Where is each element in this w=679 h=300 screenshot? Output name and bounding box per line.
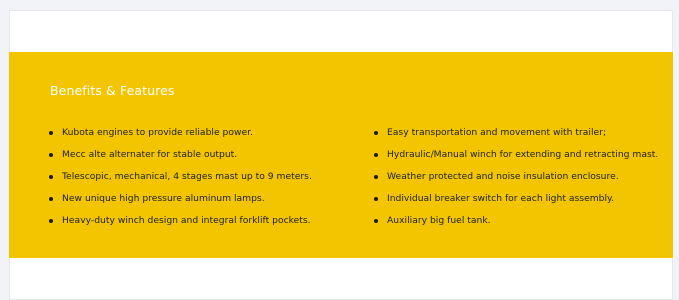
features-list-right: Easy transportation and movement with tr… <box>373 125 673 235</box>
feature-item: Individual breaker switch for each light… <box>373 191 673 213</box>
feature-text: Hydraulic/Manual winch for extending and… <box>387 149 659 160</box>
features-panel: Benefits & Features Kubota engines to pr… <box>9 52 673 258</box>
features-list-left: Kubota engines to provide reliable power… <box>48 125 348 235</box>
feature-text: Individual breaker switch for each light… <box>387 193 615 204</box>
bullet-icon <box>49 131 53 135</box>
bullet-icon <box>374 153 378 157</box>
feature-item: Kubota engines to provide reliable power… <box>48 125 348 147</box>
feature-item: Mecc alte alternater for stable output. <box>48 147 348 169</box>
feature-item: New unique high pressure aluminum lamps. <box>48 191 348 213</box>
feature-text: Heavy-duty winch design and integral for… <box>62 215 311 226</box>
bullet-icon <box>374 175 378 179</box>
feature-text: New unique high pressure aluminum lamps. <box>62 193 265 204</box>
feature-text: Auxiliary big fuel tank. <box>387 215 491 226</box>
feature-text: Easy transportation and movement with tr… <box>387 127 607 138</box>
feature-item: Hydraulic/Manual winch for extending and… <box>373 147 673 169</box>
feature-item: Auxiliary big fuel tank. <box>373 213 673 235</box>
feature-item: Weather protected and noise insulation e… <box>373 169 673 191</box>
bullet-icon <box>49 175 53 179</box>
feature-item: Telescopic, mechanical, 4 stages mast up… <box>48 169 348 191</box>
bullet-icon <box>49 153 53 157</box>
feature-text: Mecc alte alternater for stable output. <box>62 149 238 160</box>
feature-item: Easy transportation and movement with tr… <box>373 125 673 147</box>
section-title: Benefits & Features <box>50 83 175 98</box>
bullet-icon <box>49 197 53 201</box>
feature-item: Heavy-duty winch design and integral for… <box>48 213 348 235</box>
feature-text: Kubota engines to provide reliable power… <box>62 127 253 138</box>
bullet-icon <box>374 197 378 201</box>
bullet-icon <box>49 219 53 223</box>
feature-text: Telescopic, mechanical, 4 stages mast up… <box>62 171 312 182</box>
feature-text: Weather protected and noise insulation e… <box>387 171 619 182</box>
bullet-icon <box>374 131 378 135</box>
bullet-icon <box>374 219 378 223</box>
